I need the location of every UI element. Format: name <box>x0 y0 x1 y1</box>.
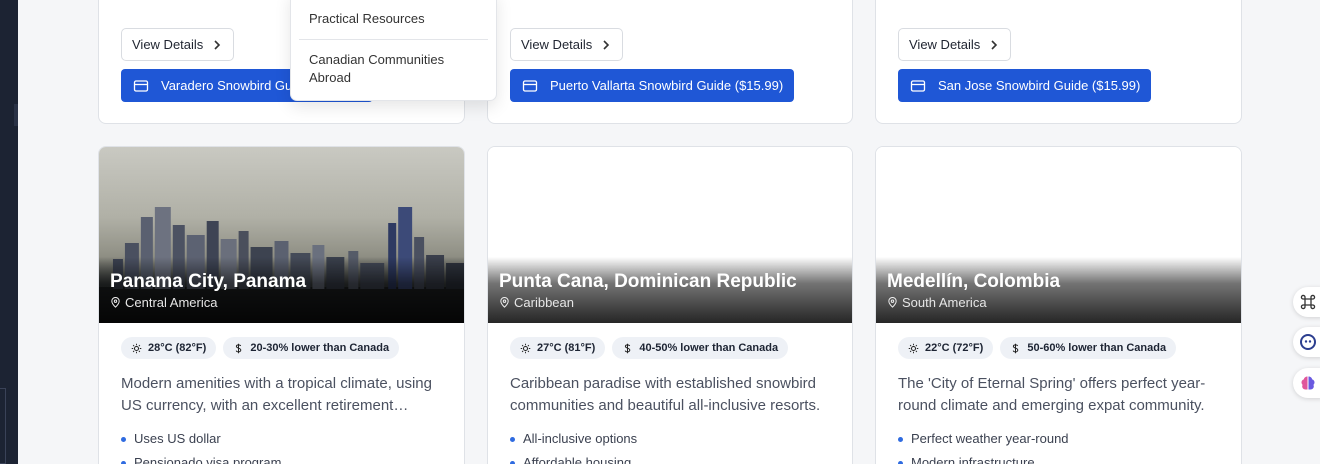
feature-item: All-inclusive options <box>510 427 830 451</box>
feature-list: Uses US dollar Pensionado visa program <box>121 427 442 464</box>
cost-badge: 40-50% lower than Canada <box>612 337 789 359</box>
feature-item: Uses US dollar <box>121 427 442 451</box>
feature-item: Pensionado visa program <box>121 451 442 464</box>
destination-card[interactable]: Punta Cana, Dominican Republic Caribbean… <box>487 146 853 464</box>
destination-photo: Punta Cana, Dominican Republic Caribbean <box>488 147 852 323</box>
temperature-badge: 22°C (72°F) <box>898 337 994 359</box>
feature-label: Modern infrastructure <box>911 455 1035 464</box>
brain-icon[interactable] <box>1293 368 1320 398</box>
destination-title: Panama City, Panama <box>110 271 307 292</box>
dollar-icon <box>625 343 631 353</box>
bullet-dot <box>898 436 903 442</box>
cost-badge: 50-60% lower than Canada <box>1000 337 1177 359</box>
guide-button-label: Puerto Vallarta Snowbird Guide ($15.99) <box>550 78 784 93</box>
destination-card-top-2: View Details Puerto Vallarta Snowbird Gu… <box>487 0 853 124</box>
destination-description: Caribbean paradise with established snow… <box>510 375 821 414</box>
cost-label: 40-50% lower than Canada <box>639 342 779 354</box>
destination-description: The 'City of Eternal Spring' offers perf… <box>898 375 1206 414</box>
feature-label: Affordable housing <box>523 455 632 464</box>
destination-card[interactable]: Panama City, Panama Central America 28°C… <box>98 146 465 464</box>
buy-guide-button[interactable]: San Jose Snowbird Guide ($15.99) <box>898 69 1152 102</box>
credit-card-icon <box>910 79 926 92</box>
cost-badge: 20-30% lower than Canada <box>223 337 400 359</box>
feature-label: Pensionado visa program <box>134 455 282 464</box>
temperature-label: 22°C (72°F) <box>925 342 984 354</box>
destination-title: Punta Cana, Dominican Republic <box>499 271 797 292</box>
sun-icon <box>520 343 531 353</box>
temperature-badge: 28°C (82°F) <box>121 337 217 359</box>
chevron-right-icon <box>603 39 610 50</box>
feature-item: Affordable housing <box>510 451 830 464</box>
left-sidebar-edge <box>0 0 18 464</box>
view-details-button[interactable]: View Details <box>510 28 624 61</box>
bullet-dot <box>898 460 903 464</box>
cost-label: 20-30% lower than Canada <box>250 342 390 354</box>
feature-list: Perfect weather year-round Modern infras… <box>898 427 1219 464</box>
view-details-button[interactable]: View Details <box>898 28 1012 61</box>
map-pin-icon <box>500 297 509 308</box>
buy-guide-button[interactable]: Puerto Vallarta Snowbird Guide ($15.99) <box>510 69 795 102</box>
sidebar-notch <box>14 104 18 126</box>
destination-card-top-3: View Details San Jose Snowbird Guide ($1… <box>875 0 1242 124</box>
region-label: Central America <box>125 295 218 310</box>
nav-dropdown-menu: Practical Resources Canadian Communities… <box>290 0 497 101</box>
sun-icon <box>908 343 919 353</box>
menu-item-canadian-communities[interactable]: Canadian Communities Abroad <box>299 40 488 87</box>
temperature-badge: 27°C (81°F) <box>510 337 606 359</box>
destination-description: Modern amenities with a tropical climate… <box>121 375 432 414</box>
sidebar-panel-edge <box>0 388 6 464</box>
feature-list: All-inclusive options Affordable housing <box>510 427 830 464</box>
feature-label: All-inclusive options <box>523 431 638 446</box>
assistant-face-icon[interactable] <box>1293 327 1320 357</box>
map-pin-icon <box>888 297 897 308</box>
guide-button-label: San Jose Snowbird Guide ($15.99) <box>938 78 1141 93</box>
bullet-dot <box>121 460 126 464</box>
feature-label: Perfect weather year-round <box>911 431 1069 446</box>
destination-photo: Medellín, Colombia South America <box>876 147 1241 323</box>
destination-title: Medellín, Colombia <box>887 271 1061 292</box>
sun-icon <box>131 343 142 353</box>
destination-photo: Panama City, Panama Central America <box>99 147 464 323</box>
region-label: Caribbean <box>514 295 574 310</box>
destination-region: Central America <box>110 295 217 310</box>
view-details-button[interactable]: View Details <box>121 28 235 61</box>
chevron-right-icon <box>991 39 998 50</box>
map-pin-icon <box>111 297 120 308</box>
view-details-label: View Details <box>132 37 204 52</box>
credit-card-icon <box>522 79 538 92</box>
view-details-label: View Details <box>909 37 981 52</box>
temperature-label: 28°C (82°F) <box>148 342 207 354</box>
view-details-label: View Details <box>521 37 593 52</box>
bullet-dot <box>510 460 515 464</box>
feature-label: Uses US dollar <box>134 431 221 446</box>
destination-region: South America <box>887 295 987 310</box>
bullet-dot <box>510 436 515 442</box>
chevron-right-icon <box>214 39 221 50</box>
dollar-icon <box>236 343 242 353</box>
command-icon[interactable] <box>1293 287 1320 317</box>
destination-region: Caribbean <box>499 295 574 310</box>
menu-item-practical-resources[interactable]: Practical Resources <box>299 0 488 40</box>
region-label: South America <box>902 295 987 310</box>
dollar-icon <box>1013 343 1019 353</box>
destination-card[interactable]: Medellín, Colombia South America 22°C (7… <box>875 146 1242 464</box>
feature-item: Perfect weather year-round <box>898 427 1219 451</box>
credit-card-icon <box>133 79 149 92</box>
cost-label: 50-60% lower than Canada <box>1027 342 1167 354</box>
temperature-label: 27°C (81°F) <box>537 342 596 354</box>
bullet-dot <box>121 436 126 442</box>
feature-item: Modern infrastructure <box>898 451 1219 464</box>
